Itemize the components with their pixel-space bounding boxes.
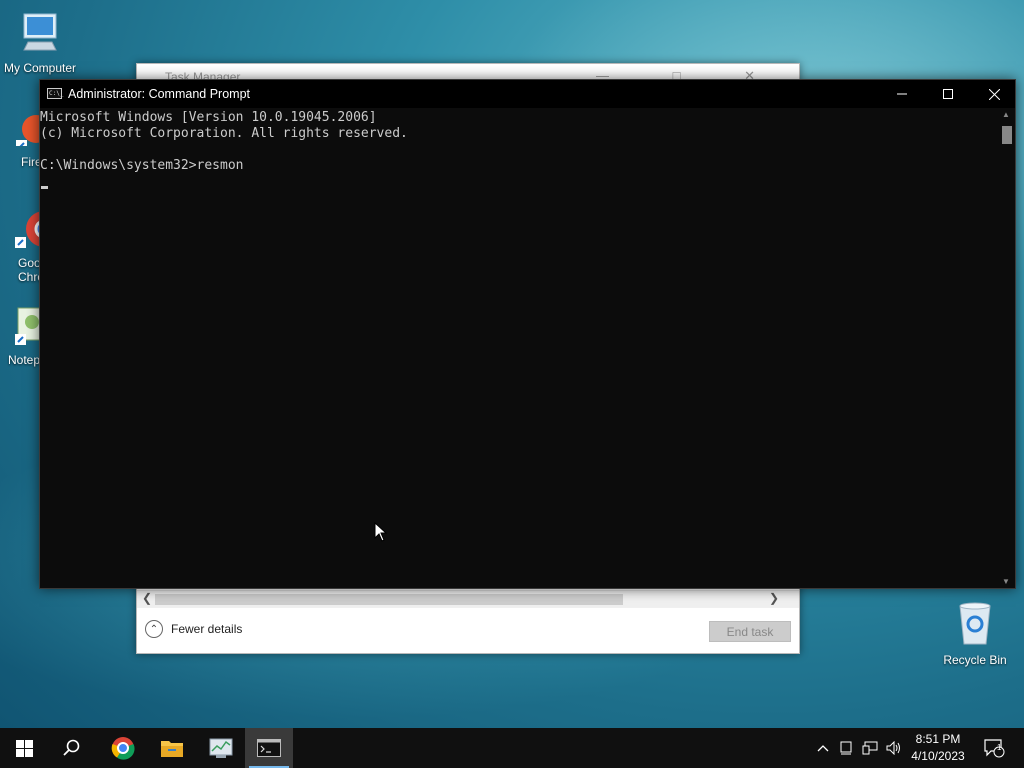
chrome-icon (14, 205, 62, 252)
folder-icon (161, 741, 183, 757)
search-icon (63, 739, 80, 756)
horizontal-scrollbar[interactable]: ❮ ❯ (137, 590, 799, 608)
notifications-button[interactable]: 1 (978, 728, 1010, 768)
network-button[interactable] (859, 728, 881, 768)
taskbar: 8:51 PM 4/10/2023 1 (0, 728, 1024, 768)
start-button[interactable] (0, 728, 48, 768)
maximize-button[interactable] (925, 80, 971, 108)
chevron-up-icon (817, 745, 829, 752)
recycle-bin-icon (935, 602, 1015, 649)
network-icon (862, 741, 878, 755)
cmd-title-bar[interactable]: C:\_ Administrator: Command Prompt (40, 80, 1015, 108)
mouse-pointer-icon (374, 522, 388, 542)
clock-time: 8:51 PM (915, 732, 961, 746)
fewer-details-button[interactable]: ⌃ Fewer details (145, 620, 242, 638)
taskbar-file-explorer[interactable] (148, 728, 196, 768)
clock-date: 4/10/2023 (911, 749, 965, 763)
desktop-icon-label: Goo Chro (18, 256, 45, 284)
text-cursor (41, 186, 48, 189)
computer-icon (0, 10, 80, 57)
close-button[interactable] (971, 80, 1017, 108)
maximize-icon (943, 89, 953, 99)
scroll-up-icon[interactable]: ▲ (1002, 110, 1010, 119)
desktop-icon-chrome[interactable]: Goo Chro (0, 205, 62, 284)
speaker-icon (886, 741, 900, 755)
action-center-icon (984, 739, 1005, 758)
desktop-icon-notepad[interactable]: Notep (0, 306, 43, 367)
firefox-icon (16, 112, 50, 151)
fewer-details-label: Fewer details (171, 622, 243, 636)
scroll-down-icon[interactable]: ▼ (1002, 577, 1010, 586)
taskbar-clock[interactable]: 8:51 PM 4/10/2023 (906, 731, 970, 765)
scroll-left-icon[interactable]: ❮ (142, 591, 152, 605)
taskbar-command-prompt[interactable] (245, 728, 293, 768)
console-line: (c) Microsoft Corporation. All rights re… (40, 126, 408, 141)
cmd-app-icon: C:\_ (47, 88, 64, 99)
close-icon (988, 88, 1000, 100)
taskbar-chrome[interactable] (99, 728, 147, 768)
scroll-right-icon[interactable]: ❯ (769, 591, 779, 605)
search-button[interactable] (48, 728, 96, 768)
vertical-scrollbar[interactable]: ▲ ▼ (999, 108, 1015, 588)
volume-button[interactable] (883, 728, 905, 768)
task-manager-icon (209, 738, 233, 758)
desktop-icon-recycle-bin[interactable]: Recycle Bin (935, 602, 1015, 667)
end-task-button[interactable]: End task (709, 621, 791, 642)
windows-logo-icon (15, 739, 33, 757)
device-icon (840, 741, 852, 755)
desktop-icon-label: Fire (21, 155, 42, 169)
desktop-icon-label: Notep (8, 353, 41, 367)
minimize-button[interactable] (879, 80, 925, 108)
chevron-up-icon: ⌃ (145, 620, 163, 638)
cmd-window-title: Administrator: Command Prompt (68, 87, 251, 101)
command-prompt-window[interactable]: C:\_ Administrator: Command Prompt Micro… (39, 79, 1016, 589)
console-line: C:\Windows\system32>resmon (40, 158, 244, 173)
show-hidden-icons-button[interactable] (812, 728, 834, 768)
cmd-console-output[interactable]: Microsoft Windows [Version 10.0.19045.20… (40, 108, 999, 588)
desktop-icon-label: Recycle Bin (943, 653, 1007, 667)
cmd-icon (257, 739, 281, 757)
desktop-icon-my-computer[interactable]: My Computer (0, 10, 80, 75)
scroll-thumb[interactable] (155, 594, 623, 605)
taskbar-task-manager[interactable] (197, 728, 245, 768)
notification-count: 1 (997, 743, 1002, 752)
desktop-icon-firefox[interactable]: Fire (0, 112, 50, 169)
console-line: Microsoft Windows [Version 10.0.19045.20… (40, 110, 377, 125)
minimize-icon (897, 93, 907, 95)
desktop-icon-label: My Computer (3, 61, 77, 75)
notepad-icon (14, 306, 43, 349)
tray-device-button[interactable] (836, 728, 856, 768)
task-manager-footer: ⌃ Fewer details End task (137, 608, 799, 653)
chrome-icon (111, 737, 135, 760)
scroll-thumb[interactable] (1002, 126, 1012, 144)
